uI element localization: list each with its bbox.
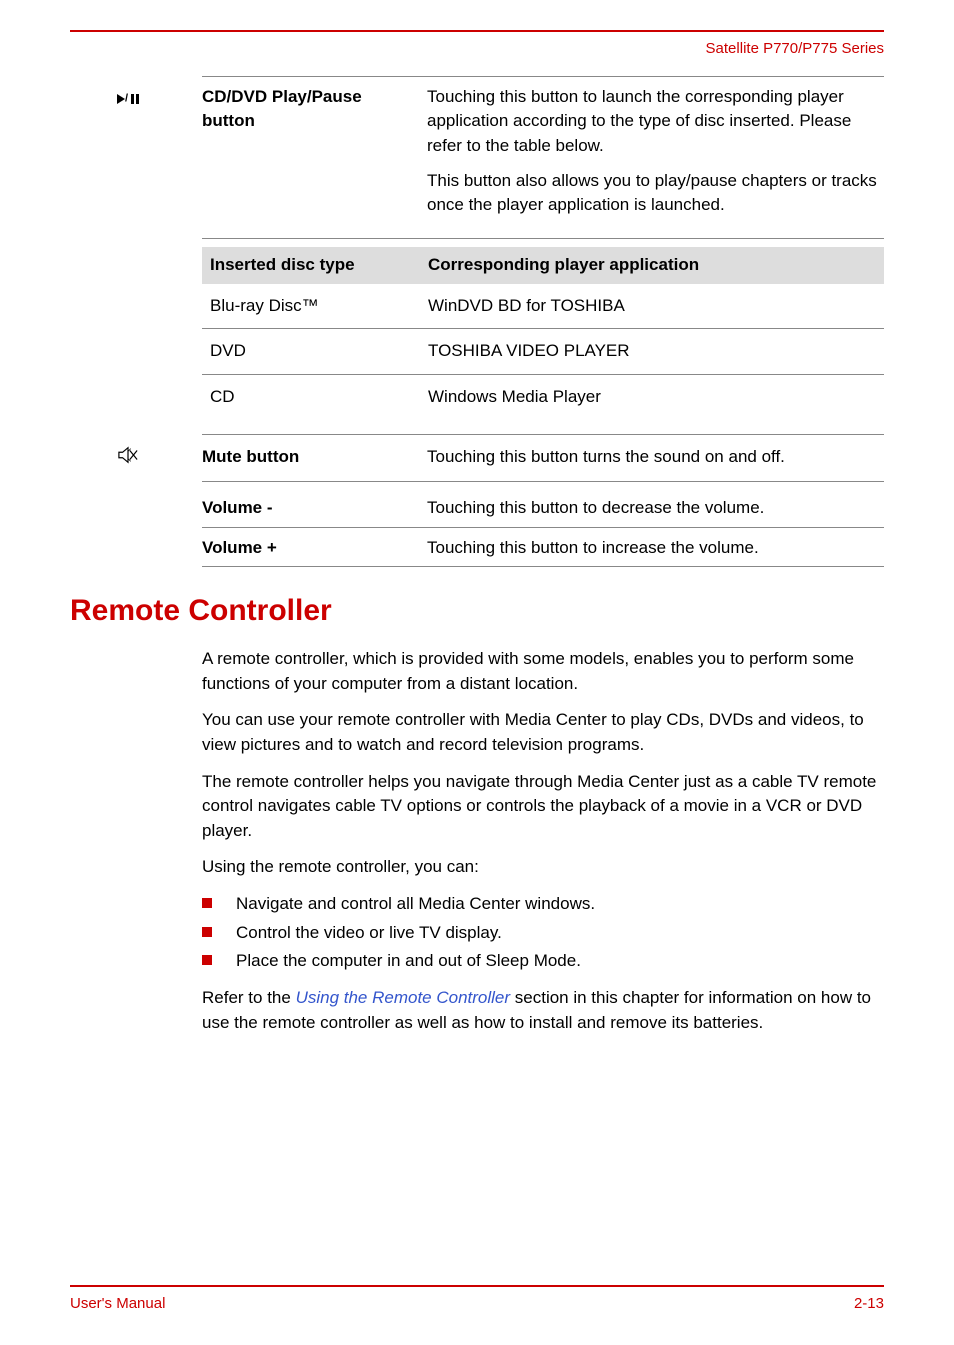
table-row: CD Windows Media Player [202, 375, 884, 416]
disc-type: Blu-ray Disc™ [210, 294, 428, 319]
play-pause-icon: / [117, 85, 157, 110]
play-pause-row: / CD/DVD Play/Pause button Touching this… [202, 76, 884, 228]
disc-type: DVD [210, 339, 428, 364]
table-row: Blu-ray Disc™ WinDVD BD for TOSHIBA [202, 284, 884, 330]
p5-pre: Refer to the [202, 988, 296, 1007]
disc-type: CD [210, 385, 428, 410]
footer-left: User's Manual [70, 1293, 165, 1315]
bullet-text: Place the computer in and out of Sleep M… [236, 949, 581, 974]
footer-right: 2-13 [854, 1293, 884, 1315]
disc-app: WinDVD BD for TOSHIBA [428, 294, 876, 319]
vol-up-row: Volume + Touching this button to increas… [202, 532, 884, 568]
header-rule [70, 30, 884, 32]
remote-p3: The remote controller helps you navigate… [202, 770, 884, 844]
vol-down-row: Volume - Touching this button to decreas… [202, 496, 884, 528]
mute-row: Mute button Touching this button turns t… [202, 434, 884, 483]
disc-table-h1: Inserted disc type [210, 253, 428, 278]
remote-p1: A remote controller, which is provided w… [202, 647, 884, 696]
disc-app: TOSHIBA VIDEO PLAYER [428, 339, 876, 364]
play-pause-label: CD/DVD Play/Pause button [202, 85, 427, 228]
disc-table-header: Inserted disc type Corresponding player … [202, 247, 884, 284]
header-series: Satellite P770/P775 Series [70, 38, 884, 60]
vol-up-label: Volume + [202, 536, 427, 561]
remote-link[interactable]: Using the Remote Controller [296, 988, 510, 1007]
bullet-text: Control the video or live TV display. [236, 921, 502, 946]
bullet-icon [202, 898, 212, 908]
remote-p2: You can use your remote controller with … [202, 708, 884, 757]
bullet-icon [202, 927, 212, 937]
remote-heading: Remote Controller [70, 589, 884, 633]
mute-label: Mute button [202, 445, 427, 470]
table-row: DVD TOSHIBA VIDEO PLAYER [202, 329, 884, 375]
disc-app: Windows Media Player [428, 385, 876, 410]
disc-table-h2: Corresponding player application [428, 253, 876, 278]
vol-down-label: Volume - [202, 496, 427, 521]
play-pause-desc1: Touching this button to launch the corre… [427, 85, 884, 159]
play-pause-desc: Touching this button to launch the corre… [427, 85, 884, 228]
bullet-icon [202, 955, 212, 965]
list-item: Navigate and control all Media Center wi… [202, 892, 884, 917]
mute-desc: Touching this button turns the sound on … [427, 445, 884, 470]
mute-icon [117, 445, 157, 473]
list-item: Control the video or live TV display. [202, 921, 884, 946]
footer: User's Manual 2-13 [70, 1285, 884, 1315]
bullet-text: Navigate and control all Media Center wi… [236, 892, 595, 917]
list-item: Place the computer in and out of Sleep M… [202, 949, 884, 974]
vol-up-desc: Touching this button to increase the vol… [427, 536, 884, 561]
remote-bullets: Navigate and control all Media Center wi… [202, 892, 884, 974]
remote-p5: Refer to the Using the Remote Controller… [202, 986, 884, 1035]
vol-down-desc: Touching this button to decrease the vol… [427, 496, 884, 521]
remote-body: A remote controller, which is provided w… [202, 647, 884, 1035]
remote-p4: Using the remote controller, you can: [202, 855, 884, 880]
play-pause-desc2: This button also allows you to play/paus… [427, 169, 884, 218]
